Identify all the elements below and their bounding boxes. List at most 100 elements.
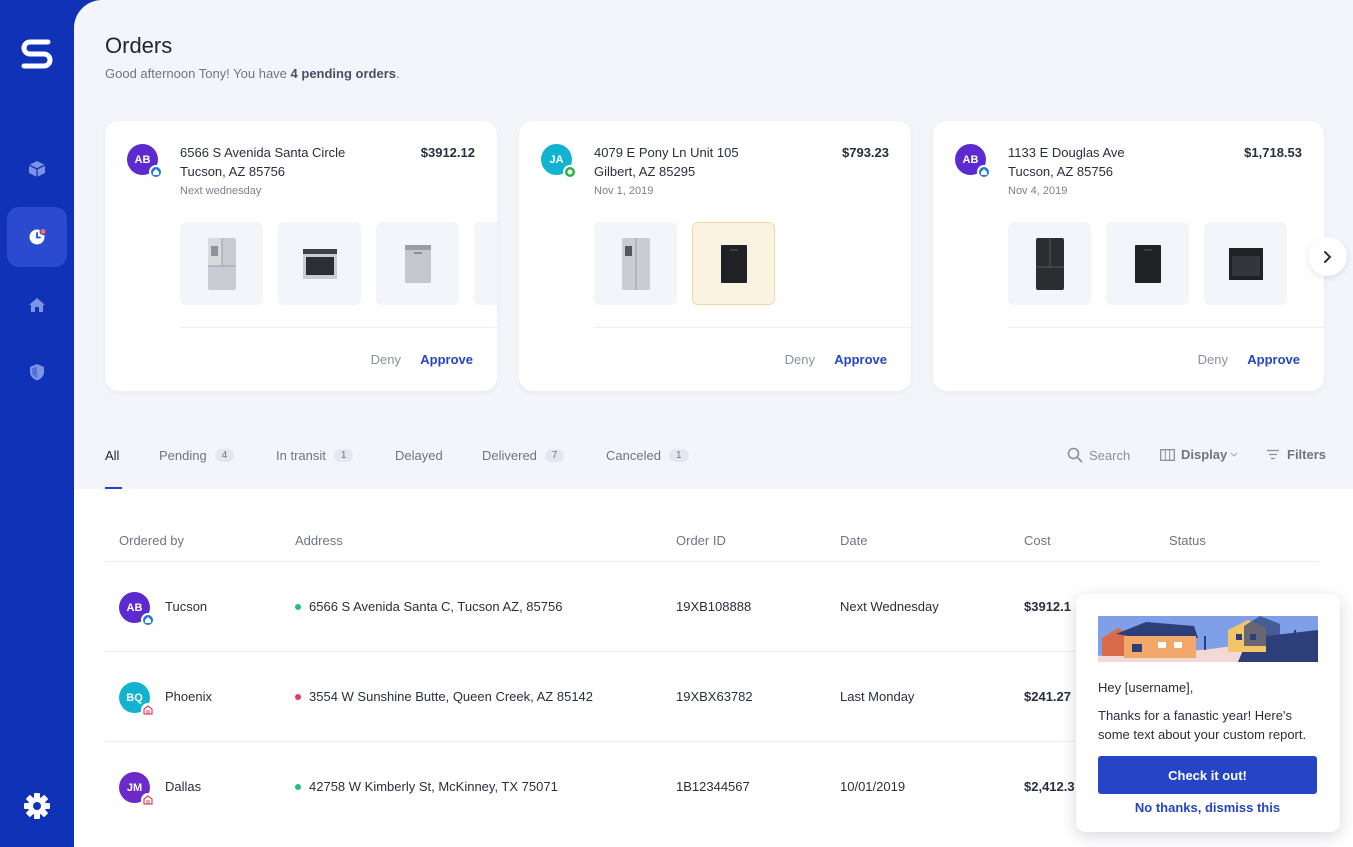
search-label: Search — [1089, 447, 1131, 463]
card-address-line2: Gilbert, AZ 85295 — [594, 164, 696, 179]
tab-all[interactable]: All — [105, 448, 119, 463]
approve-button[interactable]: Approve — [1247, 352, 1300, 367]
home-badge-icon — [141, 613, 155, 627]
row-city: Tucson — [165, 599, 208, 614]
card-products — [594, 222, 911, 305]
avatar: BQ — [119, 682, 155, 717]
display-label: Display — [1181, 447, 1228, 462]
dishwasher-icon — [404, 244, 431, 283]
home-badge-icon — [977, 165, 991, 179]
tab-count: 1 — [333, 449, 354, 462]
shield-icon — [30, 364, 44, 381]
row-cost: $2,412.3 — [1024, 779, 1075, 794]
card-products — [1008, 222, 1324, 305]
order-card[interactable]: JA 4079 E Pony Ln Unit 105 Gilbert, AZ 8… — [519, 121, 911, 391]
card-address-line1: 4079 E Pony Ln Unit 105 — [594, 145, 739, 160]
clock-icon — [29, 228, 47, 245]
order-card[interactable]: AB 6566 S Avenida Santa Circle Tucson, A… — [105, 121, 497, 391]
search-button[interactable]: Search — [1067, 447, 1130, 463]
approve-button[interactable]: Approve — [834, 352, 887, 367]
avatar: AB — [955, 144, 991, 179]
houses-illustration — [1098, 616, 1318, 662]
row-address: 42758 W Kimberly St, McKinney, TX 75071 — [295, 779, 558, 794]
fridge-icon — [621, 237, 650, 290]
tab-delayed[interactable]: Delayed — [395, 448, 443, 463]
chevron-down-icon — [1230, 452, 1238, 457]
deny-button[interactable]: Deny — [1198, 352, 1228, 367]
home-icon — [29, 298, 45, 312]
product-thumb[interactable] — [1008, 222, 1091, 305]
tab-count: 4 — [214, 449, 235, 462]
row-cost: $241.27 — [1024, 689, 1071, 704]
card-price: $3912.12 — [420, 145, 475, 160]
deny-button[interactable]: Deny — [785, 352, 815, 367]
nav-security[interactable] — [7, 342, 67, 402]
deny-button[interactable]: Deny — [371, 352, 401, 367]
tab-delivered[interactable]: Delivered 7 — [482, 448, 565, 463]
tab-in-transit[interactable]: In transit 1 — [276, 448, 354, 463]
divider — [180, 327, 497, 328]
nav-schedule[interactable] — [7, 207, 67, 267]
column-header[interactable]: Date — [840, 533, 867, 548]
filters-button[interactable]: Filters — [1266, 447, 1326, 462]
row-date: Last Monday — [840, 689, 915, 704]
card-date: Next wednesday — [180, 185, 262, 197]
status-dot — [295, 603, 301, 610]
product-thumb[interactable] — [1106, 222, 1189, 305]
nav-home[interactable] — [7, 275, 67, 335]
product-thumb[interactable] — [278, 222, 361, 305]
row-city: Phoenix — [165, 689, 212, 704]
column-header[interactable]: Order ID — [676, 533, 726, 548]
avatar: JM — [119, 772, 155, 807]
gear-icon[interactable] — [22, 791, 52, 821]
status-dot — [295, 693, 301, 700]
column-header[interactable]: Ordered by — [119, 533, 184, 548]
nav-orders[interactable] — [7, 139, 67, 199]
popup-message: Thanks for a fanastic year! Here's some … — [1098, 708, 1307, 742]
tab-count: 7 — [544, 449, 565, 462]
product-thumb-selected[interactable] — [692, 222, 775, 305]
greeting: Good afternoon Tony! You have 4 pending … — [105, 66, 400, 81]
check-it-out-button[interactable]: Check it out! — [1098, 756, 1317, 794]
order-card[interactable]: AB 1133 E Douglas Ave Tucson, AZ 85756 N… — [933, 121, 1324, 391]
card-date: Nov 4, 2019 — [1008, 185, 1068, 197]
package-icon — [28, 161, 46, 177]
avatar: JA — [541, 144, 577, 179]
card-address-line1: 6566 S Avenida Santa Circle — [180, 145, 346, 160]
oven-icon — [302, 248, 337, 279]
page-title: Orders — [105, 33, 173, 58]
row-order-id: 1B12344567 — [676, 779, 750, 794]
product-thumb[interactable] — [376, 222, 459, 305]
card-address-line2: Tucson, AZ 85756 — [180, 164, 286, 179]
row-address: 6566 S Avenida Santa C, Tucson AZ, 85756 — [295, 599, 562, 614]
row-date: Next Wednesday — [840, 599, 939, 614]
row-cost: $3912.1 — [1024, 599, 1071, 614]
column-header[interactable]: Status — [1169, 533, 1206, 548]
divider — [594, 327, 911, 328]
product-thumb[interactable] — [594, 222, 677, 305]
leaf-badge-icon — [563, 165, 577, 179]
product-thumb[interactable] — [474, 222, 497, 305]
display-button[interactable]: Display — [1160, 447, 1238, 462]
column-header[interactable]: Cost — [1024, 533, 1051, 548]
sidebar — [0, 0, 74, 847]
divider — [1008, 327, 1324, 328]
popup-greeting: Hey [username], — [1098, 680, 1194, 695]
row-order-id: 19XBX63782 — [676, 689, 753, 704]
tab-count: 1 — [668, 449, 689, 462]
tab-canceled[interactable]: Canceled 1 — [606, 448, 689, 463]
column-header[interactable]: Address — [295, 533, 343, 548]
avatar: AB — [119, 592, 155, 627]
row-order-id: 19XB108888 — [676, 599, 752, 614]
product-thumb[interactable] — [1204, 222, 1287, 305]
filters-label: Filters — [1287, 447, 1327, 462]
card-products — [180, 222, 497, 305]
tab-pending[interactable]: Pending 4 — [159, 448, 235, 463]
logo-s-icon[interactable] — [18, 34, 56, 72]
product-thumb[interactable] — [180, 222, 263, 305]
approve-button[interactable]: Approve — [420, 352, 473, 367]
next-cards-button[interactable] — [1308, 237, 1347, 276]
search-icon — [1067, 447, 1083, 463]
dismiss-link[interactable]: No thanks, dismiss this — [1098, 800, 1317, 815]
row-date: 10/01/2019 — [840, 779, 906, 794]
